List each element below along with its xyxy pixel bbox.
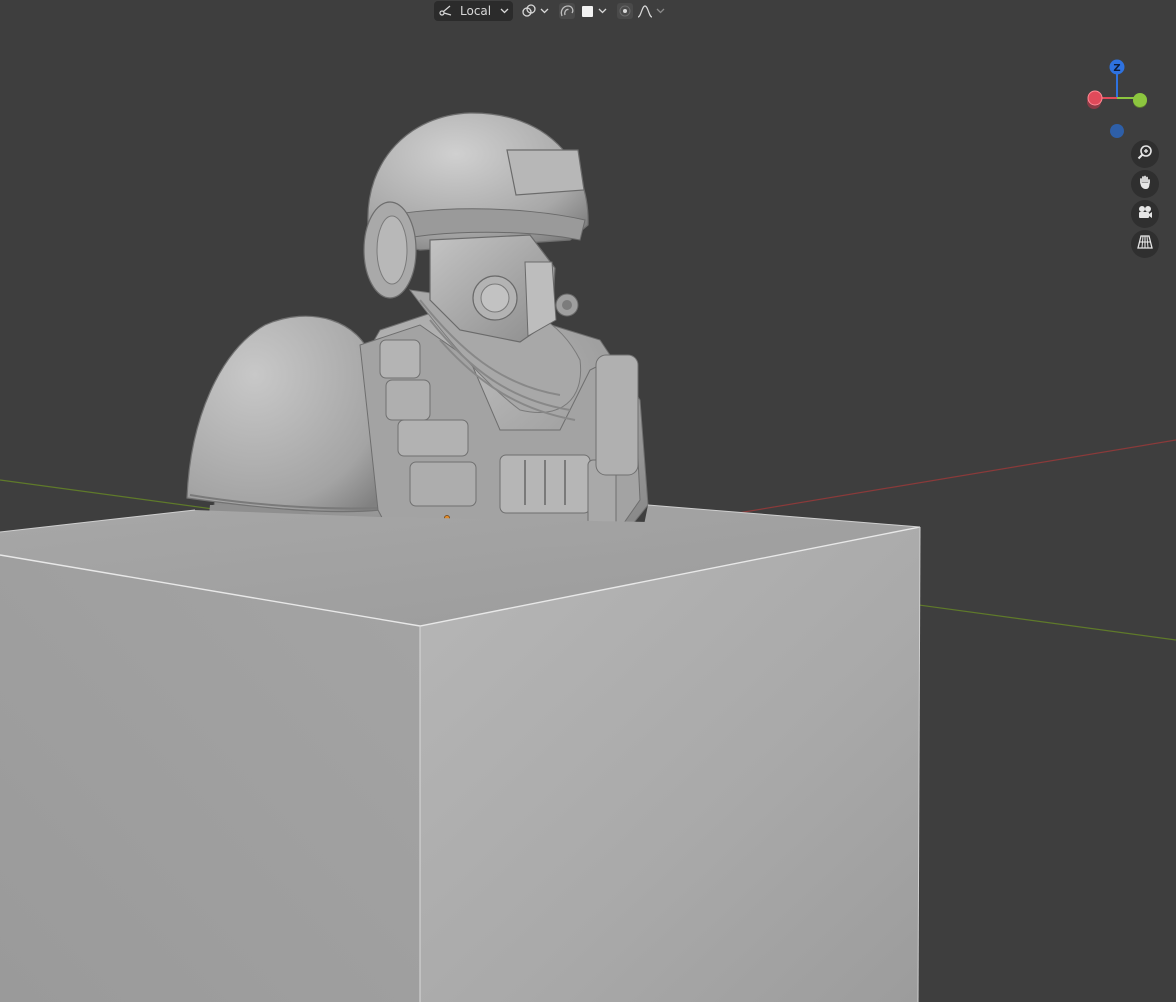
camera-view-button[interactable] xyxy=(1131,200,1159,228)
gizmo-y-axis[interactable] xyxy=(1133,93,1147,107)
camera-icon xyxy=(1137,204,1153,224)
shading-swatch xyxy=(581,5,593,17)
navigation-gizmo[interactable]: Z xyxy=(1080,56,1156,146)
proportional-editing-group xyxy=(615,1,667,21)
gizmo-neg-z[interactable] xyxy=(1110,124,1124,138)
transform-orientation-dropdown[interactable]: Local xyxy=(434,1,514,21)
zoom-icon xyxy=(1137,144,1153,164)
snap-group xyxy=(557,1,609,21)
falloff-curve-icon[interactable] xyxy=(637,3,653,19)
gizmo-z-label: Z xyxy=(1113,63,1120,74)
snap-target-swatch[interactable] xyxy=(579,3,595,19)
scene-canvas[interactable] xyxy=(0,0,1176,1002)
zoom-button[interactable] xyxy=(1131,140,1159,168)
pan-button[interactable] xyxy=(1131,170,1159,198)
viewport-header-toolbar: Local xyxy=(434,0,667,22)
transform-orientation-value: Local xyxy=(460,4,492,18)
pan-hand-icon xyxy=(1137,174,1153,194)
perspective-toggle-button[interactable] xyxy=(1131,230,1159,258)
bust-model[interactable] xyxy=(186,112,649,561)
cube-object[interactable] xyxy=(0,504,921,1002)
chevron-down-icon xyxy=(539,3,549,19)
chevron-down-icon xyxy=(499,3,509,19)
snap-icon[interactable] xyxy=(559,3,576,19)
chevron-down-icon[interactable] xyxy=(597,3,607,19)
gizmo-x-axis[interactable] xyxy=(1087,90,1103,106)
perspective-grid-icon xyxy=(1137,234,1153,254)
proportional-editing-icon[interactable] xyxy=(617,3,634,19)
3d-viewport[interactable]: Local Z xyxy=(0,0,1176,1002)
chevron-down-icon[interactable] xyxy=(655,3,665,19)
pivot-point-icon xyxy=(521,3,537,19)
transform-orientation-icon xyxy=(438,3,454,19)
pivot-point-dropdown[interactable] xyxy=(519,1,551,21)
